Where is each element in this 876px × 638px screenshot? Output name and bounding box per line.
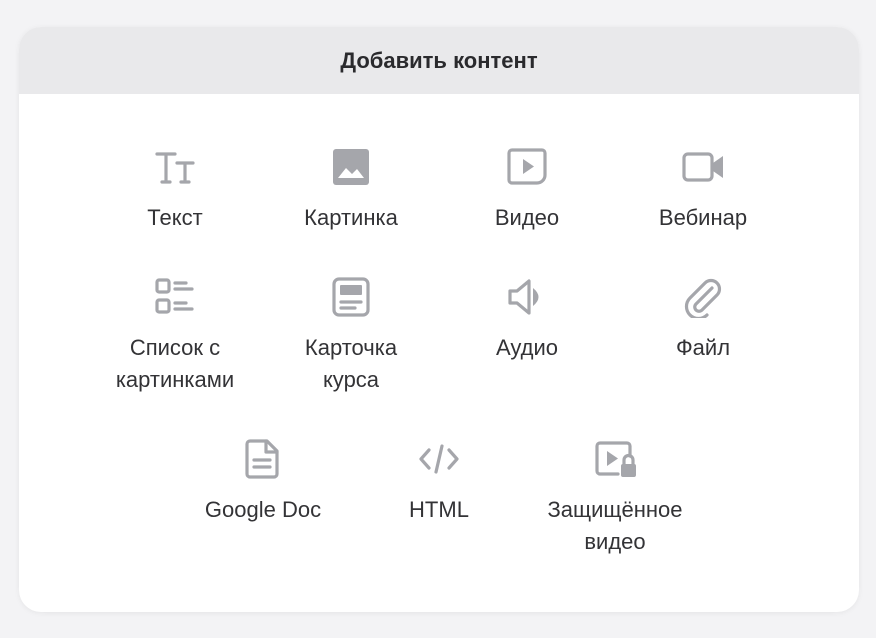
content-option-google-doc[interactable]: Google Doc: [175, 438, 351, 526]
content-option-label: Google Doc: [204, 497, 322, 522]
code-icon: [418, 438, 460, 480]
paperclip-icon: [682, 276, 724, 318]
text-icon: [154, 146, 196, 188]
content-option-html[interactable]: HTML: [351, 438, 527, 526]
content-option-label: Список с картинками: [115, 335, 235, 392]
content-option-label: Текст: [147, 205, 203, 230]
content-option-text[interactable]: Текст: [87, 146, 263, 234]
content-option-protected-video[interactable]: Защищённое видео: [527, 438, 703, 558]
content-option-label: Вебинар: [658, 205, 748, 230]
protected-video-icon: [594, 438, 636, 480]
content-option-label: Аудио: [495, 335, 559, 360]
dialog-title: Добавить контент: [19, 27, 859, 94]
webinar-camera-icon: [682, 146, 724, 188]
content-option-file[interactable]: Файл: [615, 276, 791, 364]
content-option-webinar[interactable]: Вебинар: [615, 146, 791, 234]
content-option-label: Защищённое видео: [547, 497, 683, 554]
content-option-video[interactable]: Видео: [439, 146, 615, 234]
video-icon: [506, 146, 548, 188]
content-option-image[interactable]: Картинка: [263, 146, 439, 234]
content-option-label: Файл: [675, 335, 731, 360]
course-card-icon: [330, 276, 372, 318]
content-option-label: Картинка: [304, 205, 398, 230]
content-option-label: Карточка курса: [304, 335, 398, 392]
image-icon: [330, 146, 372, 188]
content-option-audio[interactable]: Аудио: [439, 276, 615, 364]
content-option-label: HTML: [409, 497, 469, 522]
audio-speaker-icon: [506, 276, 548, 318]
image-list-icon: [154, 276, 196, 318]
add-content-dialog: Добавить контент Текст Картинка Видео Ве…: [19, 27, 859, 612]
document-icon: [242, 438, 284, 480]
content-option-course-card[interactable]: Карточка курса: [263, 276, 439, 396]
content-option-image-list[interactable]: Список с картинками: [87, 276, 263, 396]
content-option-label: Видео: [494, 205, 560, 230]
